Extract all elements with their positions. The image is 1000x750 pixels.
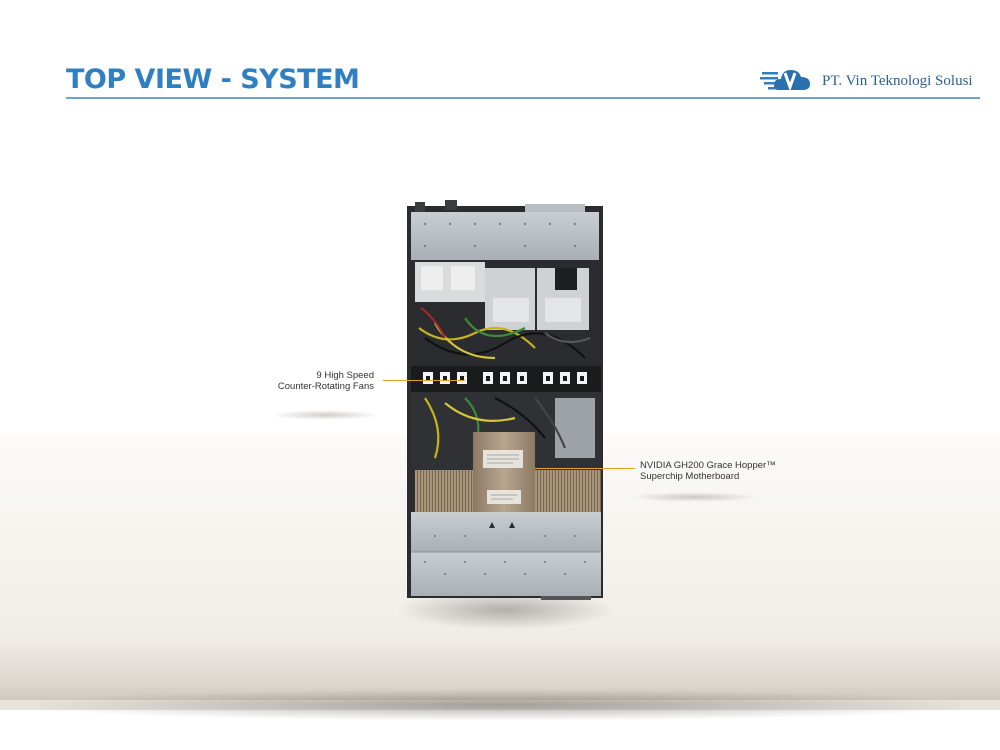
fans-annotation: 9 High Speed Counter-Rotating Fans (240, 370, 374, 392)
fans-annotation-line2: Counter-Rotating Fans (277, 381, 374, 392)
fans-label-shadow (270, 410, 380, 420)
fans-annotation-line1: 9 High Speed (316, 370, 374, 381)
motherboard-label-shadow (630, 492, 760, 502)
title-underline (66, 97, 980, 99)
server-top-view-image (407, 200, 603, 600)
cloud-logo-icon (760, 70, 810, 92)
motherboard-annotation-line1: NVIDIA GH200 Grace Hopper™ (640, 460, 776, 471)
motherboard-annotation-line2: Superchip Motherboard (640, 471, 740, 482)
page-title: TOP VIEW - SYSTEM (66, 64, 360, 95)
background-band-shadow (40, 690, 960, 720)
motherboard-leader-line (535, 468, 635, 469)
slide: TOP VIEW - SYSTEM PT. Vin Teknologi Solu… (0, 0, 1000, 750)
fans-leader-line (383, 380, 465, 381)
company-logo: PT. Vin Teknologi Solusi (760, 64, 985, 96)
company-name: PT. Vin Teknologi Solusi (822, 73, 973, 89)
motherboard-annotation: NVIDIA GH200 Grace Hopper™ Superchip Mot… (640, 460, 840, 482)
